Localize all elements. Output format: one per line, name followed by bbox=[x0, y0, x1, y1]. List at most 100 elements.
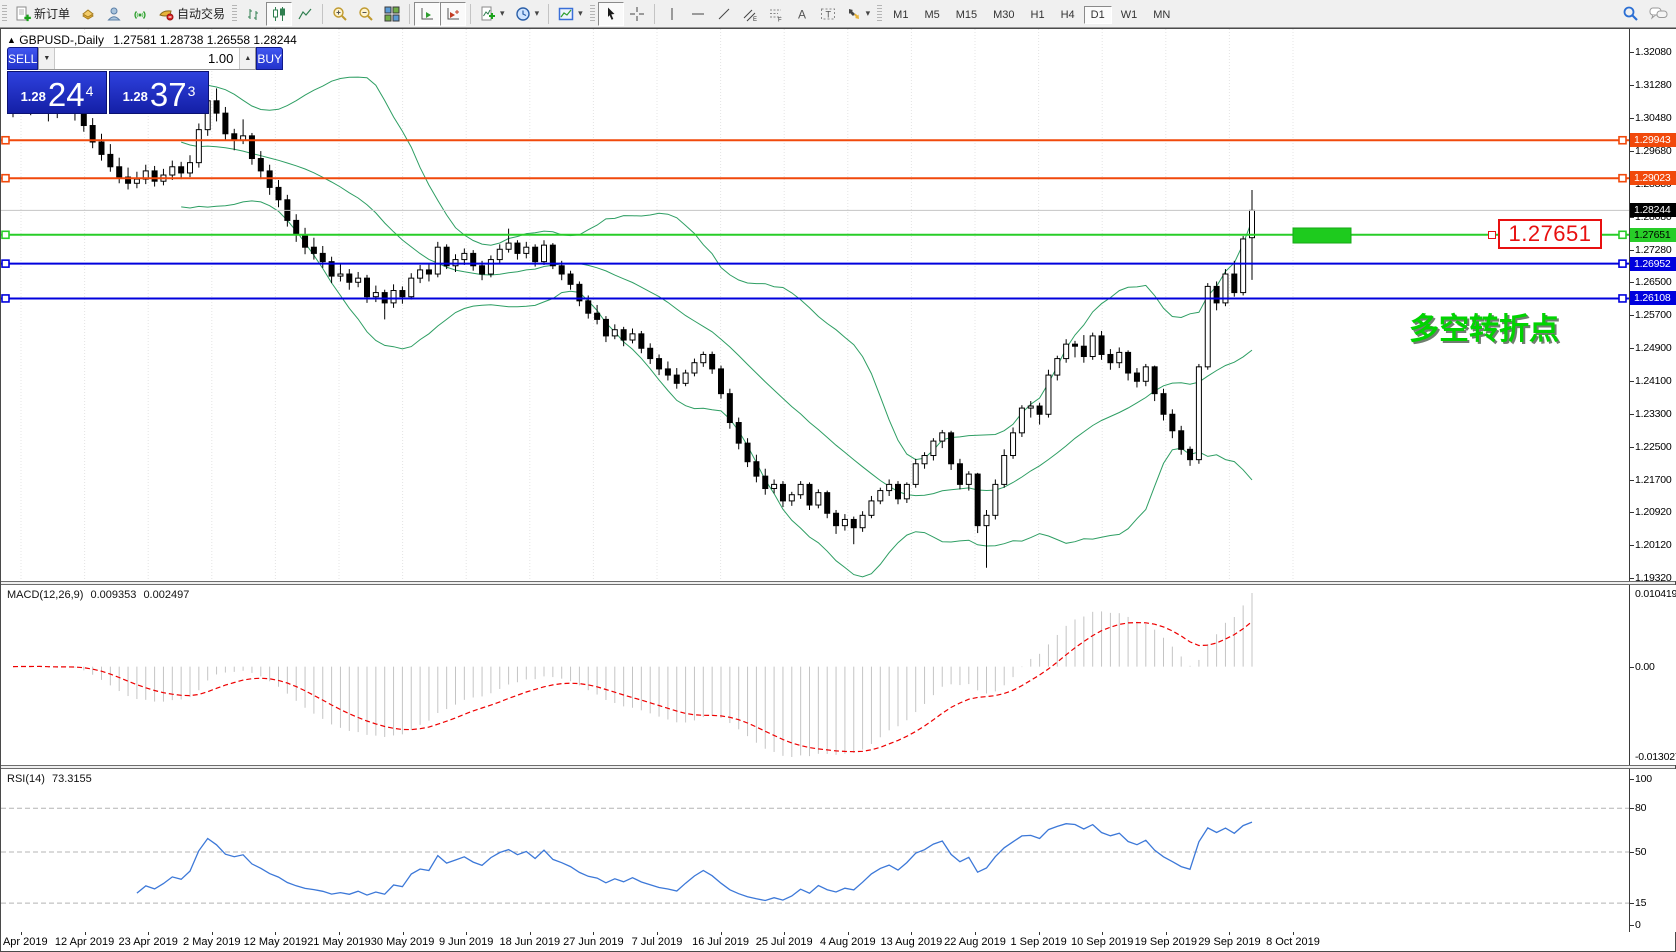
autotrade-button[interactable]: 自动交易 bbox=[153, 2, 230, 26]
sell-button[interactable]: SELL bbox=[7, 47, 39, 70]
fibonacci-icon: F bbox=[768, 6, 784, 22]
trendline-button[interactable] bbox=[711, 2, 737, 26]
date-tick-mark bbox=[975, 932, 976, 935]
chart-shift-button[interactable] bbox=[440, 1, 467, 26]
period-clock-button[interactable]: ▾ bbox=[510, 2, 545, 26]
date-tick-mark bbox=[529, 932, 531, 935]
template-button[interactable]: ▾ bbox=[553, 2, 588, 26]
price-chart-pane[interactable] bbox=[1, 29, 1629, 581]
new-order-label: 新订单 bbox=[34, 7, 71, 21]
new-order-icon bbox=[15, 6, 31, 22]
timeframe-MN[interactable]: MN bbox=[1146, 6, 1177, 24]
current-price-tag: 1.28244 bbox=[1630, 203, 1676, 218]
macd-pane[interactable]: MACD(12,26,9) 0.009353 0.002497 bbox=[1, 585, 1629, 765]
chevron-down-icon: ▾ bbox=[865, 8, 871, 18]
axis-tick-mark bbox=[1630, 779, 1634, 780]
toolbar-grip[interactable] bbox=[877, 4, 883, 23]
date-tick-mark bbox=[720, 932, 722, 935]
timeframe-H1[interactable]: H1 bbox=[1024, 6, 1052, 24]
axis-tick-mark bbox=[1630, 666, 1634, 668]
crosshair-button[interactable] bbox=[624, 2, 650, 26]
timeframe-M5[interactable]: M5 bbox=[917, 6, 946, 24]
sell-price-quote[interactable]: 1.28 24 4 bbox=[7, 71, 107, 114]
zoom-in-button[interactable] bbox=[327, 2, 353, 26]
cursor-button[interactable] bbox=[597, 1, 624, 26]
zoom-out-button[interactable] bbox=[353, 2, 379, 26]
candlestick-button[interactable] bbox=[266, 1, 293, 26]
text-label-button[interactable]: T bbox=[815, 2, 841, 26]
timeframe-M15[interactable]: M15 bbox=[949, 6, 984, 24]
date-tick-mark bbox=[1293, 932, 1294, 935]
date-tick-mark bbox=[402, 932, 404, 935]
price-tick-label: 1.20920 bbox=[1635, 506, 1672, 519]
date-tick-mark bbox=[1229, 932, 1231, 935]
profile-button[interactable] bbox=[101, 2, 127, 26]
rsi-pane[interactable]: RSI(14) 73.3155 bbox=[1, 769, 1629, 932]
macd-value: 0.009353 bbox=[90, 589, 137, 601]
date-tick-mark bbox=[911, 932, 913, 935]
price-line-tag: 1.26108 bbox=[1630, 291, 1676, 306]
axis-tick-mark bbox=[1630, 480, 1634, 482]
crosshair-icon bbox=[629, 6, 645, 22]
buy-price-big: 37 bbox=[149, 76, 187, 113]
chart-gold-button[interactable] bbox=[75, 2, 101, 26]
auto-scroll-button[interactable] bbox=[414, 1, 441, 26]
chart-note-text[interactable]: 多空转折点 bbox=[1409, 304, 1559, 348]
macd-chart[interactable] bbox=[1, 585, 1629, 765]
candlestick-chart[interactable] bbox=[1, 29, 1629, 581]
chart-window: ▲ GBPUSD-,Daily 1.27581 1.28738 1.26558 … bbox=[0, 28, 1676, 952]
template-icon bbox=[558, 6, 574, 22]
date-tick-mark bbox=[21, 932, 22, 935]
arrows-button[interactable]: ▾ bbox=[841, 2, 876, 26]
line-chart-button[interactable] bbox=[292, 2, 318, 26]
buy-price-quote[interactable]: 1.28 37 3 bbox=[109, 71, 209, 114]
toolbar-grip[interactable] bbox=[2, 4, 7, 23]
tile-windows-button[interactable] bbox=[379, 2, 405, 26]
chat-icon[interactable] bbox=[1649, 6, 1668, 22]
bar-chart-button[interactable] bbox=[240, 2, 266, 26]
timeframe-M30[interactable]: M30 bbox=[986, 6, 1021, 24]
new-order-button[interactable]: 新订单 bbox=[10, 2, 75, 26]
axis-tick-mark bbox=[1630, 348, 1634, 350]
volume-decrease-button[interactable]: ▼ bbox=[39, 48, 56, 69]
svg-text:E: E bbox=[753, 17, 757, 22]
vertical-line-button[interactable] bbox=[659, 2, 685, 26]
channel-button[interactable]: E bbox=[737, 2, 763, 26]
timeframe-M1[interactable]: M1 bbox=[886, 6, 915, 24]
price-tick-label: 1.23300 bbox=[1635, 408, 1672, 421]
date-tick-mark bbox=[466, 932, 468, 935]
autotrade-label: 自动交易 bbox=[177, 7, 226, 21]
timeframe-H4[interactable]: H4 bbox=[1054, 6, 1082, 24]
macd-axis[interactable]: 0.010419 0.00 -0.013027 bbox=[1629, 585, 1676, 765]
rsi-tick-label: 15 bbox=[1635, 897, 1647, 910]
buy-button[interactable]: BUY bbox=[256, 47, 284, 70]
timeframe-D1[interactable]: D1 bbox=[1083, 5, 1112, 24]
chart-gold-icon bbox=[80, 6, 96, 22]
signal-button[interactable] bbox=[127, 2, 153, 26]
fibonacci-button[interactable]: F bbox=[763, 2, 789, 26]
price-tick-label: 1.25700 bbox=[1635, 309, 1672, 322]
date-tick-label: 8 Oct 2019 bbox=[1266, 936, 1320, 948]
macd-axis-max: 0.010419 bbox=[1635, 588, 1676, 600]
price-tick-label: 1.20120 bbox=[1635, 539, 1672, 552]
toolbar-grip[interactable] bbox=[589, 4, 595, 23]
indicators-button[interactable]: ▾ bbox=[475, 2, 510, 26]
pivot-anchor-handle[interactable] bbox=[1488, 231, 1496, 239]
candlestick-icon bbox=[271, 6, 287, 22]
search-icon[interactable] bbox=[1622, 5, 1639, 22]
rsi-chart[interactable] bbox=[1, 769, 1629, 932]
volume-increase-button[interactable]: ▲ bbox=[239, 48, 256, 69]
text-button[interactable]: A bbox=[789, 2, 815, 26]
pivot-price-callout[interactable]: 1.27651 bbox=[1498, 219, 1602, 249]
horizontal-line-button[interactable] bbox=[685, 2, 711, 26]
date-axis[interactable]: 3 Apr 201912 Apr 201923 Apr 20192 May 20… bbox=[1, 932, 1675, 951]
rsi-axis[interactable]: 100 80 50 15 0 bbox=[1629, 769, 1676, 932]
toolbar-grip[interactable] bbox=[232, 4, 238, 23]
axis-tick-mark bbox=[1630, 85, 1634, 87]
collapse-panel-arrow[interactable]: ▲ bbox=[7, 35, 16, 45]
price-axis[interactable]: 1.320801.312801.304801.296801.288801.280… bbox=[1629, 29, 1676, 584]
timeframe-W1[interactable]: W1 bbox=[1114, 6, 1145, 24]
volume-input[interactable] bbox=[55, 48, 240, 69]
sell-price-big: 24 bbox=[47, 76, 85, 113]
chart-title: ▲ GBPUSD-,Daily 1.27581 1.28738 1.26558 … bbox=[7, 33, 297, 47]
